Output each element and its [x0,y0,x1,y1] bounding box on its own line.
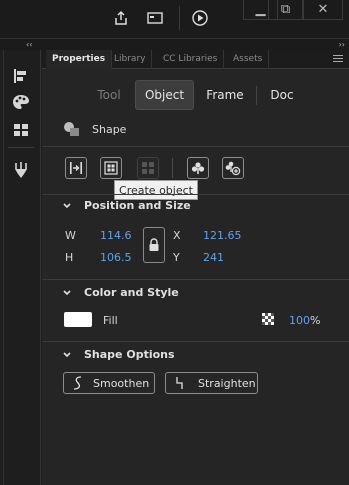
distribute-icon [70,162,82,174]
chevron-down-icon[interactable] [62,350,72,360]
mode-frame[interactable]: Frame [199,80,251,110]
tab-library[interactable]: Library [108,50,153,69]
width-value[interactable]: 114.6 [100,229,132,242]
tab-cc-libraries[interactable]: CC Libraries [157,50,225,69]
distribute-button[interactable] [65,157,87,179]
panel-tabbar: Properties Library CC Libraries Assets [42,50,349,69]
lock-proportions-button[interactable] [143,227,165,263]
collapse-left-icon[interactable]: ‹‹ [26,40,32,49]
create-object-icon [104,161,118,175]
smoothen-label: Smoothen [93,376,150,390]
tab-properties[interactable]: Properties [46,50,113,69]
restore-button[interactable]: ⧉ [268,0,303,20]
symbol-button[interactable] [187,157,209,179]
fill-label: Fill [103,314,118,327]
opacity-checker-icon [262,313,274,325]
close-button[interactable]: ✕ [303,0,343,20]
chevron-down-icon[interactable] [62,288,72,298]
straighten-button[interactable]: Straighten [165,372,258,394]
close-icon: ✕ [317,2,329,17]
straighten-label: Straighten [198,376,256,390]
title-bar: ▁ ⧉ ✕ [0,0,349,38]
shape-options-title[interactable]: Shape Options [84,348,175,361]
collapse-right-icon[interactable]: ›› [339,40,345,49]
panel-menu-icon[interactable] [333,55,343,64]
height-label: H [65,251,74,264]
width-label: W [65,229,76,242]
section-divider [42,146,349,147]
convert-to-symbol-icon [225,161,241,176]
convert-to-symbol-button[interactable] [222,157,244,179]
shape-type-icon [63,121,81,137]
height-value[interactable]: 106.5 [100,251,132,264]
section-divider [42,341,349,342]
ungroup-button[interactable] [137,157,159,179]
fill-color-swatch[interactable] [64,312,92,327]
create-object-button[interactable] [100,157,122,179]
mode-tool: Tool [97,88,121,102]
section-divider [42,279,349,280]
toolbar-separator [8,147,34,148]
y-value[interactable]: 241 [203,251,224,264]
mode-divider [256,86,257,105]
restore-icon: ⧉ [280,2,291,17]
swatches-grid-icon[interactable] [11,120,31,140]
color-style-title[interactable]: Color and Style [84,286,179,299]
opacity-value[interactable]: 100 [289,314,310,327]
screen-mode-icon[interactable] [145,8,165,28]
x-value[interactable]: 121.65 [203,229,242,242]
smoothen-button[interactable]: Smoothen [63,372,155,394]
minimize-icon: ▁ [255,2,266,17]
object-type-label: Shape [92,123,127,136]
section-divider [42,194,349,195]
chevron-down-icon[interactable] [62,201,72,211]
color-palette-icon[interactable] [11,92,31,112]
toolbar-divider [179,6,180,30]
left-toolbar [0,50,41,485]
share-icon[interactable] [111,8,131,28]
properties-panel: Properties Library CC Libraries Assets [42,50,349,485]
tab-assets[interactable]: Assets [227,50,270,69]
clubs-symbol-icon [191,162,205,174]
mode-doc[interactable]: Doc [262,80,302,110]
collapse-bar: ‹‹ ›› [0,38,349,50]
left-edge-line [3,50,4,485]
ungroup-icon [142,162,154,174]
play-preview-icon[interactable] [190,8,210,28]
create-object-tooltip: Create object [114,180,198,200]
opacity-unit: % [310,314,321,327]
motion-editor-icon[interactable] [11,160,31,180]
mode-object[interactable]: Object [135,80,194,110]
x-label: X [173,229,181,242]
smooth-curve-icon [73,376,82,390]
y-label: Y [173,251,180,264]
align-icon[interactable] [11,66,31,86]
straight-angle-icon [176,377,183,389]
lock-icon [149,238,159,251]
position-size-title[interactable]: Position and Size [84,199,191,212]
icon-toolbar-divider [172,158,173,178]
